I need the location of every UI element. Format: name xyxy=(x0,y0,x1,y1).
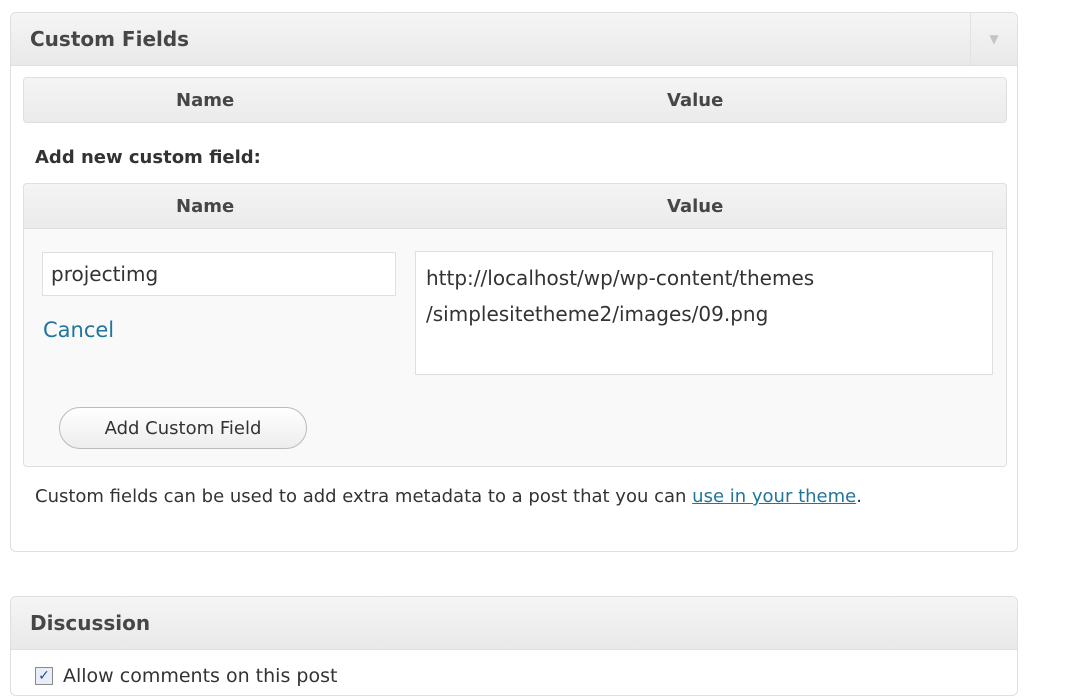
field-value-textarea[interactable] xyxy=(415,251,993,375)
new-value-column-header: Value xyxy=(667,196,724,217)
field-name-input[interactable] xyxy=(42,252,396,296)
add-new-field-heading: Add new custom field: xyxy=(35,147,261,168)
name-column-header: Name xyxy=(176,90,235,111)
discussion-header[interactable]: Discussion xyxy=(11,597,1017,650)
custom-fields-help-text: Custom fields can be used to add extra m… xyxy=(35,483,1005,511)
value-column-header: Value xyxy=(667,90,724,111)
add-field-table-header: Name Value xyxy=(23,183,1007,229)
allow-comments-row[interactable]: ✓ Allow comments on this post xyxy=(35,665,337,687)
add-field-table: Name Value Cancel Add Custom Field xyxy=(23,183,1007,467)
help-text-body: Custom fields can be used to add extra m… xyxy=(35,486,693,507)
add-custom-field-button[interactable]: Add Custom Field xyxy=(59,407,307,449)
discussion-panel: Discussion ✓ Allow comments on this post xyxy=(10,596,1018,696)
allow-comments-checkbox[interactable]: ✓ xyxy=(35,667,53,685)
discussion-title: Discussion xyxy=(30,611,151,635)
use-in-theme-link[interactable]: use in your theme xyxy=(692,486,856,507)
custom-fields-list-header: Name Value xyxy=(23,77,1007,123)
help-text-end: . xyxy=(856,486,862,507)
cancel-link[interactable]: Cancel xyxy=(43,318,114,342)
panel-title: Custom Fields xyxy=(30,27,190,51)
collapse-toggle-icon[interactable]: ▼ xyxy=(970,13,1017,65)
new-name-column-header: Name xyxy=(176,196,235,217)
custom-fields-panel: Custom Fields ▼ Name Value Add new custo… xyxy=(10,12,1018,552)
allow-comments-label: Allow comments on this post xyxy=(63,665,338,687)
custom-fields-header[interactable]: Custom Fields ▼ xyxy=(11,13,1017,66)
